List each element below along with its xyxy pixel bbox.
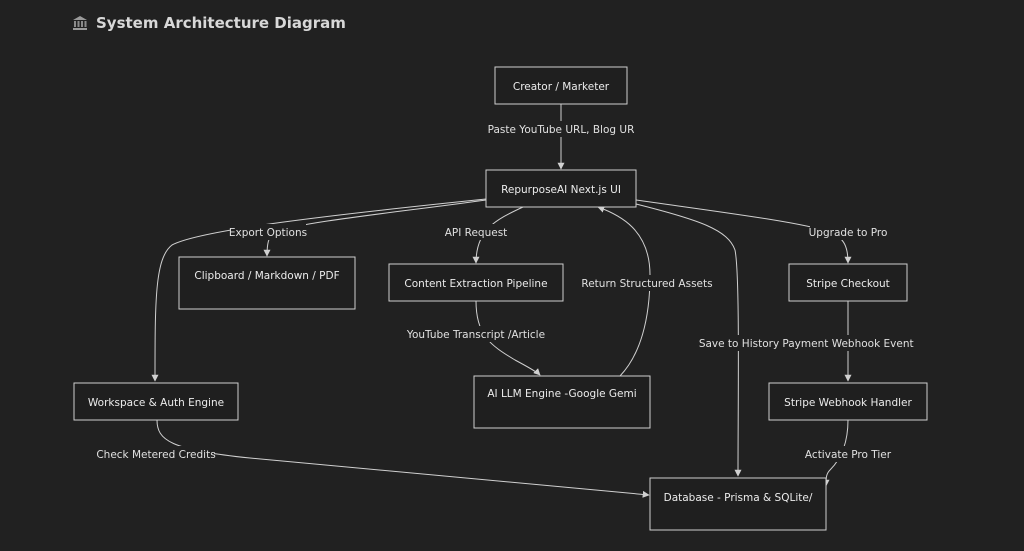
svg-text:AI LLM Engine -Google Gemi: AI LLM Engine -Google Gemi (487, 388, 636, 400)
svg-text:Stripe Webhook Handler: Stripe Webhook Handler (784, 397, 912, 409)
svg-text:Check Metered Credits: Check Metered Credits (96, 449, 215, 461)
node-ui: RepurposeAI Next.js UI (485, 169, 637, 208)
svg-text:Export Options: Export Options (229, 227, 307, 239)
node-stripe-checkout: Stripe Checkout (788, 263, 908, 302)
svg-text:Database - Prisma & SQLite/: Database - Prisma & SQLite/ (664, 492, 813, 504)
svg-text:YouTube Transcript /Article: YouTube Transcript /Article (406, 329, 545, 341)
svg-text:Activate Pro Tier: Activate Pro Tier (805, 449, 892, 461)
architecture-diagram: Paste YouTube URL, Blog UR Export Option… (73, 66, 928, 531)
node-llm: AI LLM Engine -Google Gemi (473, 375, 651, 429)
svg-text:Clipboard / Markdown / PDF: Clipboard / Markdown / PDF (194, 270, 339, 282)
svg-text:Payment Webhook Event: Payment Webhook Event (782, 338, 913, 350)
edge-label-check-credits: Check Metered Credits (96, 446, 216, 462)
svg-text:Save to History: Save to History (699, 338, 779, 350)
svg-text:Content Extraction Pipeline: Content Extraction Pipeline (404, 278, 547, 290)
svg-text:Stripe Checkout: Stripe Checkout (806, 278, 890, 290)
edge-check-credits (156, 419, 650, 498)
node-extraction: Content Extraction Pipeline (388, 263, 564, 302)
svg-text:RepurposeAI Next.js UI: RepurposeAI Next.js UI (501, 184, 621, 196)
edge-label-export: Export Options (229, 224, 307, 240)
edge-return-assets (597, 205, 651, 377)
edge-label-activate-pro: Activate Pro Tier (804, 446, 892, 462)
node-clipboard: Clipboard / Markdown / PDF (178, 256, 356, 310)
edge-label-paste: Paste YouTube URL, Blog UR (488, 121, 635, 137)
edge-label-upgrade: Upgrade to Pro (809, 224, 888, 240)
edge-label-transcript: YouTube Transcript /Article (405, 326, 547, 342)
edge-label-save-history: Save to History (699, 335, 779, 351)
edge-label-payment-event: Payment Webhook Event (782, 335, 914, 351)
svg-text:Creator / Marketer: Creator / Marketer (513, 81, 610, 93)
edge-label-api: API Request (445, 224, 508, 240)
node-creator: Creator / Marketer (494, 66, 628, 105)
node-database: Database - Prisma & SQLite/ (649, 477, 827, 531)
node-stripe-webhook: Stripe Webhook Handler (768, 382, 928, 421)
svg-text:Paste YouTube URL, Blog UR: Paste YouTube URL, Blog UR (488, 124, 635, 136)
svg-text:API Request: API Request (445, 227, 508, 239)
svg-text:Upgrade to Pro: Upgrade to Pro (809, 227, 888, 239)
svg-text:Workspace & Auth Engine: Workspace & Auth Engine (88, 397, 224, 409)
node-workspace: Workspace & Auth Engine (73, 382, 239, 421)
svg-text:Return Structured Assets: Return Structured Assets (581, 278, 712, 290)
edge-label-return-assets: Return Structured Assets (581, 275, 713, 291)
